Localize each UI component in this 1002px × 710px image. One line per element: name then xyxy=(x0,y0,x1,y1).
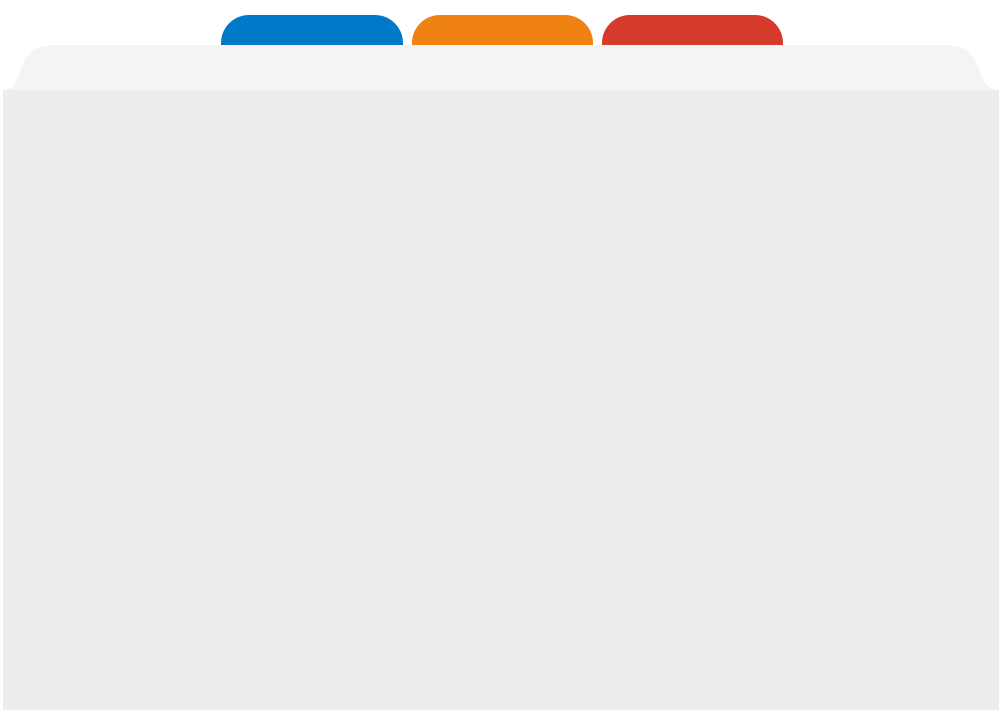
folder-tab-strip-shape xyxy=(3,45,999,90)
folder-body xyxy=(3,90,999,710)
